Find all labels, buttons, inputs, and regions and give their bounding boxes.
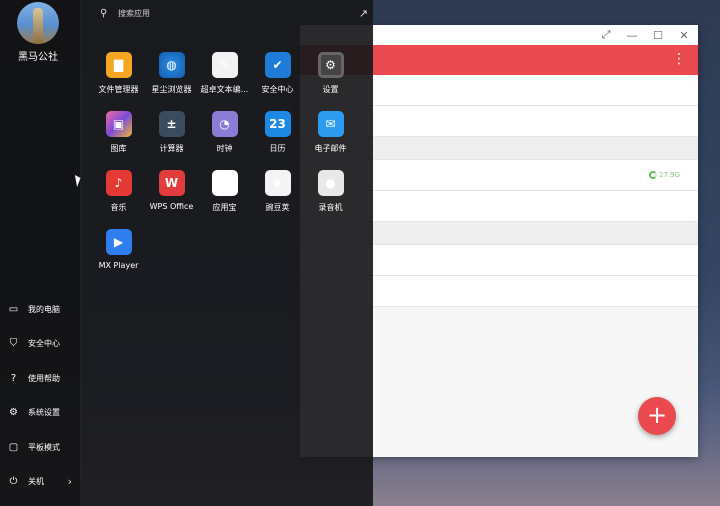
- app-label: MX Player: [98, 261, 139, 270]
- sidebar-item-label: 安全中心: [28, 339, 60, 349]
- sidebar-item-label: 平板模式: [28, 442, 60, 452]
- app-label: 设置: [322, 85, 339, 94]
- tower-icon: [33, 8, 43, 44]
- search-input[interactable]: [118, 8, 338, 18]
- app-store-icon: ✿: [211, 170, 238, 196]
- app-security-center[interactable]: ✔ 安全中心: [251, 52, 304, 111]
- app-label: 安全中心: [261, 85, 294, 94]
- app-grid: ▇ 文件管理器 ◍ 星尘浏览器 ✎ 超卓文本编... ✔ 安全中心 ⚙ 设置 ▣…: [92, 52, 372, 288]
- sidebar-item-tablet-mode[interactable]: ▢ 平板模式: [0, 430, 80, 465]
- app-recorder[interactable]: ● 录音机: [304, 170, 357, 229]
- help-icon: ?: [10, 372, 17, 384]
- app-gallery[interactable]: ▣ 图库: [92, 111, 145, 170]
- shield-icon: ✔: [264, 52, 291, 78]
- music-note-icon: ♪: [105, 170, 132, 196]
- start-menu-sidebar: 黑马公社 ▭ 我的电脑 ⛉ 安全中心 ? 使用帮助 ⚙ 系统设置 ▢ 平板模式: [0, 0, 81, 506]
- calendar-icon: 23: [264, 111, 291, 137]
- shield-icon: ⛉: [9, 338, 18, 350]
- chevron-right-icon[interactable]: ›: [68, 475, 72, 488]
- sidebar-item-label: 关机: [28, 477, 44, 487]
- sidebar-item-power[interactable]: ⏻ 关机 ›: [0, 465, 80, 500]
- app-label: WPS Office: [149, 202, 194, 211]
- app-settings[interactable]: ⚙ 设置: [304, 52, 357, 111]
- start-menu: 黑马公社 ▭ 我的电脑 ⛉ 安全中心 ? 使用帮助 ⚙ 系统设置 ▢ 平板模式: [0, 0, 373, 506]
- more-menu-icon[interactable]: ⋮: [672, 51, 686, 67]
- app-search-bar: ⚲ ↗: [100, 4, 368, 22]
- app-label: 超卓文本编...: [200, 85, 249, 94]
- app-label: 图库: [110, 144, 127, 153]
- pea-pod-icon: ❦: [264, 170, 291, 196]
- app-calendar[interactable]: 23 日历: [251, 111, 304, 170]
- app-wandoujia[interactable]: ❦ 豌豆荚: [251, 170, 304, 229]
- sidebar-item-system-settings[interactable]: ⚙ 系统设置: [0, 396, 80, 431]
- app-wps-office[interactable]: W WPS Office: [145, 170, 198, 229]
- app-clock[interactable]: ◔ 时钟: [198, 111, 251, 170]
- avatar[interactable]: [17, 2, 59, 44]
- app-label: 文件管理器: [98, 85, 139, 94]
- sidebar-item-label: 系统设置: [28, 408, 60, 418]
- microphone-icon: ●: [317, 170, 344, 196]
- close-icon[interactable]: ✕: [678, 29, 690, 42]
- power-icon: ⏻: [9, 476, 18, 488]
- storage-size-label: 27.9G: [658, 171, 680, 179]
- sidebar-item-label: 我的电脑: [28, 304, 60, 314]
- expand-arrow-icon[interactable]: ↗: [359, 7, 368, 20]
- gear-icon: ⚙: [317, 52, 344, 78]
- sidebar-item-my-computer[interactable]: ▭ 我的电脑: [0, 292, 80, 327]
- app-label: 日历: [269, 144, 286, 153]
- gear-icon: ⚙: [9, 407, 18, 419]
- user-name: 黑马公社: [18, 52, 58, 63]
- picture-icon: ▣: [105, 111, 132, 137]
- sidebar-item-label: 使用帮助: [28, 373, 60, 383]
- app-label: 应用宝: [212, 203, 237, 212]
- app-music[interactable]: ♪ 音乐: [92, 170, 145, 229]
- app-calculator[interactable]: ± 计算器: [145, 111, 198, 170]
- tablet-icon: ▢: [8, 441, 19, 453]
- app-label: 计算器: [159, 144, 184, 153]
- add-document-button[interactable]: +: [638, 397, 676, 435]
- app-app-store[interactable]: ✿ 应用宝: [198, 170, 251, 229]
- app-label: 星尘浏览器: [151, 85, 192, 94]
- app-file-manager[interactable]: ▇ 文件管理器: [92, 52, 145, 111]
- app-email[interactable]: ✉ 电子邮件: [304, 111, 357, 170]
- app-mx-player[interactable]: ▶ MX Player: [92, 229, 145, 288]
- storage-size-indicator: 27.9G: [648, 171, 680, 179]
- sidebar-menu: ▭ 我的电脑 ⛉ 安全中心 ? 使用帮助 ⚙ 系统设置 ▢ 平板模式 ⏻ 关机: [0, 292, 80, 499]
- app-label: 时钟: [216, 144, 233, 153]
- calculator-icon: ±: [158, 111, 185, 137]
- fullscreen-icon[interactable]: ⤢: [600, 28, 612, 42]
- envelope-icon: ✉: [317, 111, 344, 137]
- play-icon: ▶: [105, 229, 132, 255]
- wps-w-icon: W: [158, 170, 185, 196]
- pen-icon: ✎: [211, 52, 238, 78]
- storage-ring-icon: [648, 171, 657, 179]
- app-label: 电子邮件: [314, 144, 347, 153]
- app-text-editor[interactable]: ✎ 超卓文本编...: [198, 52, 251, 111]
- globe-icon: ◍: [158, 52, 185, 78]
- app-label: 音乐: [110, 203, 127, 212]
- app-browser[interactable]: ◍ 星尘浏览器: [145, 52, 198, 111]
- app-label: 录音机: [318, 203, 343, 212]
- sidebar-item-help[interactable]: ? 使用帮助: [0, 361, 80, 396]
- sidebar-item-security-center[interactable]: ⛉ 安全中心: [0, 327, 80, 362]
- maximize-icon[interactable]: ☐: [652, 29, 664, 42]
- minimize-icon[interactable]: —: [626, 29, 638, 42]
- search-icon: ⚲: [100, 7, 108, 19]
- folder-icon: ▭: [8, 303, 19, 315]
- clock-icon: ◔: [211, 111, 238, 137]
- app-label: 豌豆荚: [265, 203, 290, 212]
- folder-icon: ▇: [105, 52, 132, 78]
